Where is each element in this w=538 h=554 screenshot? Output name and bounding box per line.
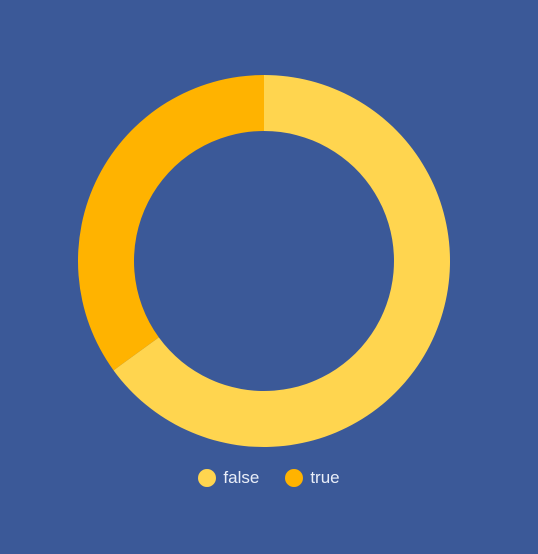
donut-chart: false true xyxy=(0,0,538,554)
legend-label-false: false xyxy=(223,468,260,487)
legend-swatch-true xyxy=(285,469,304,487)
legend-swatch-false xyxy=(198,469,217,487)
legend-item-true[interactable]: true xyxy=(285,468,340,488)
legend-item-false[interactable]: false xyxy=(198,468,259,488)
donut-slice-true[interactable] xyxy=(77,75,264,371)
chart-legend: false true xyxy=(0,465,538,491)
legend-label-true: true xyxy=(310,468,340,487)
